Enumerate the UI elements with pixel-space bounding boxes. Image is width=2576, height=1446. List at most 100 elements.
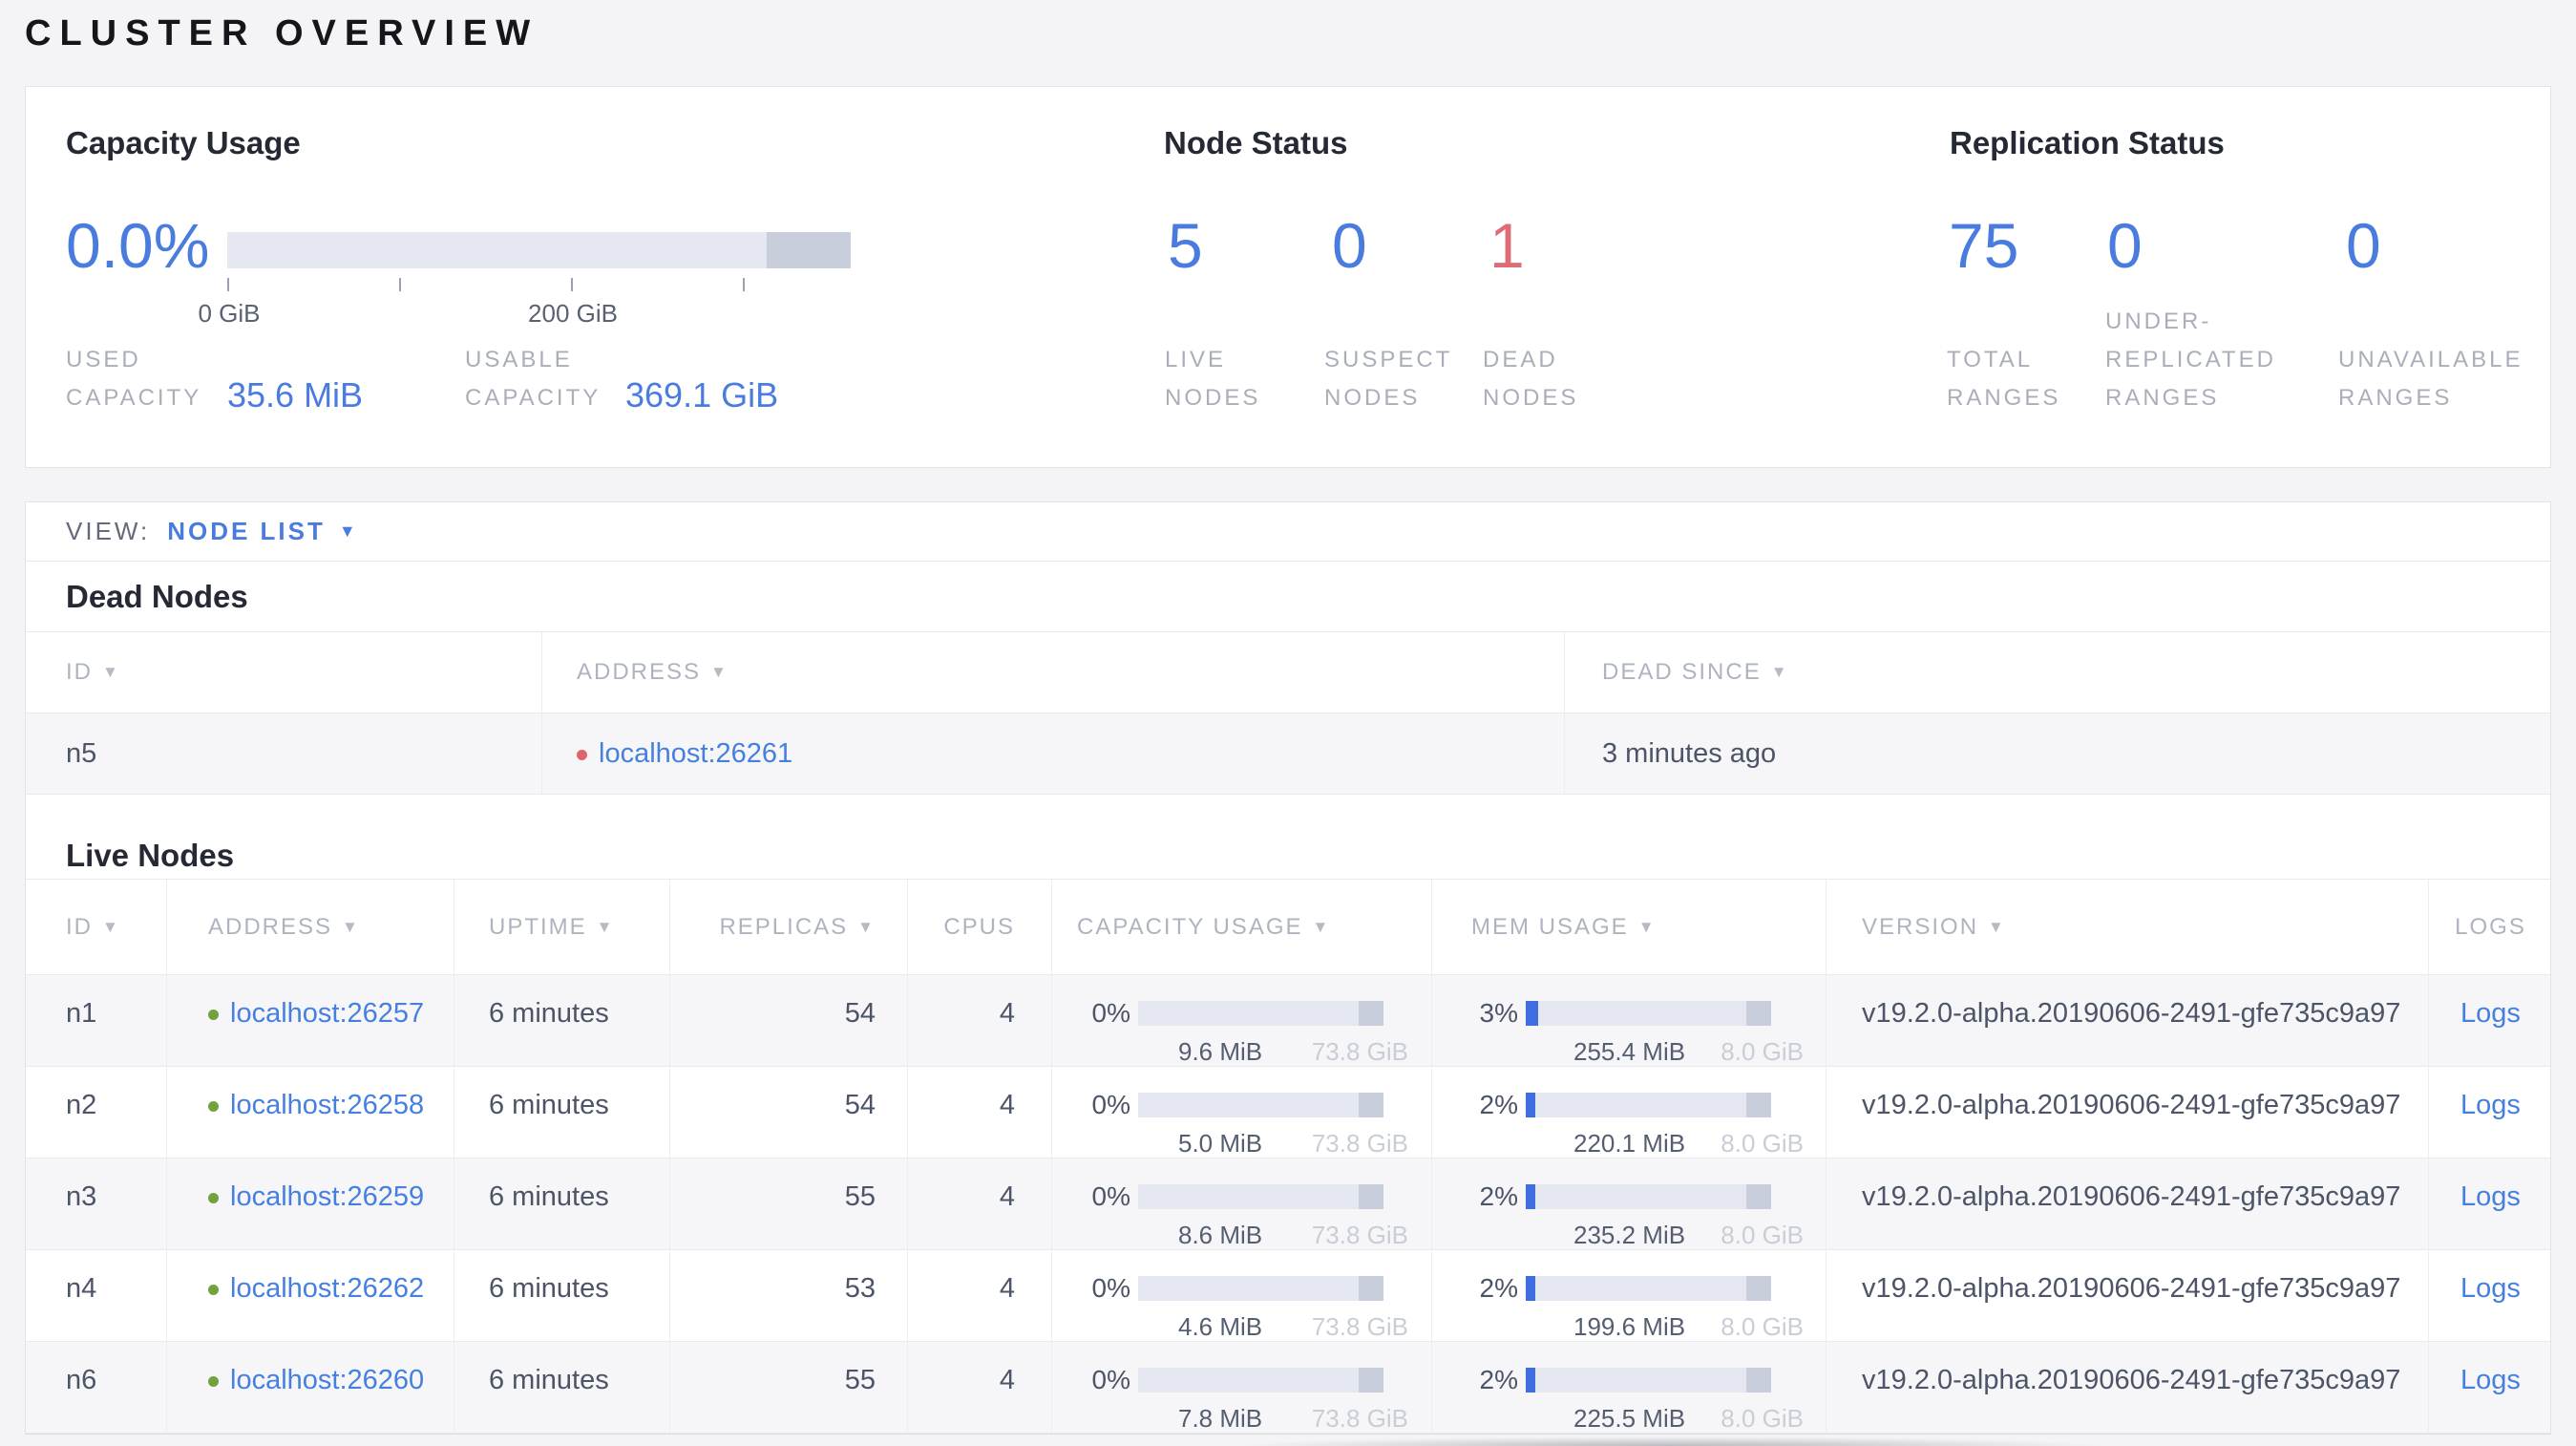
capacity-reserved-segment xyxy=(1359,1368,1383,1393)
total-ranges-label: TOTAL RANGES xyxy=(1947,347,2061,411)
column-header-address[interactable]: ADDRESS ▼ xyxy=(166,880,454,974)
live-node-address-cell: localhost:26262 xyxy=(166,1250,454,1342)
sort-desc-icon: ▼ xyxy=(1988,917,2006,936)
capacity-used-value: 7.8 MiB xyxy=(1178,1404,1263,1433)
live-node-id: n1 xyxy=(66,998,97,1029)
live-node-address-link[interactable]: localhost:26262 xyxy=(230,1273,424,1304)
live-node-logs-cell: Logs xyxy=(2428,1159,2552,1250)
logs-link[interactable]: Logs xyxy=(2460,1365,2521,1395)
capacity-percent: 0% xyxy=(1091,998,1130,1028)
mem-usage-fill xyxy=(1526,1001,1538,1026)
capacity-total-value: 73.8 GiB xyxy=(1311,1312,1408,1341)
column-header-dead-since[interactable]: DEAD SINCE ▼ xyxy=(1564,632,2552,712)
mem-reserved-segment xyxy=(1746,1093,1771,1117)
column-header-uptime[interactable]: UPTIME ▼ xyxy=(454,880,669,974)
mem-reserved-segment xyxy=(1746,1001,1771,1026)
live-node-row: n4 localhost:26262 6 minutes 53 4 0% 4.6… xyxy=(26,1250,2550,1342)
dead-node-address-link[interactable]: localhost:26261 xyxy=(599,738,792,769)
under-replicated-label: UNDER- REPLICATED RANGES xyxy=(2105,308,2276,411)
live-node-address-link[interactable]: localhost:26259 xyxy=(230,1181,424,1212)
live-node-mem-cell: 2% 235.2 MiB 8.0 GiB xyxy=(1431,1159,1826,1250)
mem-reserved-segment xyxy=(1746,1368,1771,1393)
live-node-address-link[interactable]: localhost:26260 xyxy=(230,1365,424,1395)
mem-used-value: 225.5 MiB xyxy=(1573,1404,1686,1433)
axis-tick-label: 0 GiB xyxy=(198,299,261,328)
column-header-label: CAPACITY USAGE xyxy=(1077,913,1303,940)
mem-usage-fill xyxy=(1526,1184,1536,1209)
live-nodes-table: ID ▼ ADDRESS ▼ UPTIME ▼ REPLICAS ▼ CPUS … xyxy=(26,879,2550,1434)
capacity-reserved-segment xyxy=(1359,1093,1383,1117)
axis-tick xyxy=(743,278,745,291)
logs-link[interactable]: Logs xyxy=(2460,1090,2521,1120)
column-header-id[interactable]: ID ▼ xyxy=(26,880,166,974)
dead-nodes-header-row: ID ▼ ADDRESS ▼ DEAD SINCE ▼ xyxy=(26,632,2550,713)
capacity-percent: 0% xyxy=(1091,1090,1130,1119)
capacity-reserved-segment xyxy=(1359,1001,1383,1026)
column-header-version[interactable]: VERSION ▼ xyxy=(1826,880,2428,974)
unavailable-count: 0 xyxy=(2346,210,2381,281)
mem-used-value: 255.4 MiB xyxy=(1573,1037,1686,1066)
column-header-address[interactable]: ADDRESS ▼ xyxy=(541,632,1564,712)
capacity-total-value: 73.8 GiB xyxy=(1311,1404,1408,1433)
live-status-dot-icon xyxy=(208,1193,219,1203)
column-header-label: MEM USAGE xyxy=(1471,913,1629,940)
live-node-cpus: 4 xyxy=(907,1067,1051,1159)
live-node-uptime: 6 minutes xyxy=(454,975,669,1067)
view-selector-dropdown[interactable]: NODE LIST ▼ xyxy=(167,517,356,546)
capacity-used-value: 4.6 MiB xyxy=(1178,1312,1263,1341)
capacity-used-value: 8.6 MiB xyxy=(1178,1221,1263,1249)
mem-bar xyxy=(1526,1093,1771,1117)
live-node-logs-cell: Logs xyxy=(2428,1250,2552,1342)
live-node-uptime: 6 minutes xyxy=(454,1342,669,1434)
column-header-label: ADDRESS xyxy=(577,659,702,685)
live-node-cpus: 4 xyxy=(907,975,1051,1067)
column-header-cpus[interactable]: CPUS xyxy=(907,880,1051,974)
capacity-total-value: 73.8 GiB xyxy=(1311,1221,1408,1249)
sort-desc-icon: ▼ xyxy=(710,663,728,681)
capacity-usage-title: Capacity Usage xyxy=(66,125,301,160)
live-node-uptime: 6 minutes xyxy=(454,1159,669,1250)
column-header-replicas[interactable]: REPLICAS ▼ xyxy=(669,880,907,974)
column-header-label: CPUS xyxy=(943,913,1015,940)
live-node-mem-cell: 2% 220.1 MiB 8.0 GiB xyxy=(1431,1067,1826,1159)
live-node-cpus: 4 xyxy=(907,1159,1051,1250)
live-node-address-cell: localhost:26259 xyxy=(166,1159,454,1250)
live-status-dot-icon xyxy=(208,1010,219,1020)
sort-desc-icon: ▼ xyxy=(857,917,876,936)
logs-link[interactable]: Logs xyxy=(2460,1181,2521,1212)
logs-link[interactable]: Logs xyxy=(2460,998,2521,1029)
column-header-id[interactable]: ID ▼ xyxy=(26,632,541,712)
live-node-uptime: 6 minutes xyxy=(454,1067,669,1159)
live-node-address-link[interactable]: localhost:26257 xyxy=(230,998,424,1029)
live-node-capacity-cell: 0% 9.6 MiB 73.8 GiB xyxy=(1051,975,1431,1067)
live-node-uptime: 6 minutes xyxy=(454,1250,669,1342)
mem-usage-fill xyxy=(1526,1368,1536,1393)
live-node-logs-cell: Logs xyxy=(2428,975,2552,1067)
live-node-logs-cell: Logs xyxy=(2428,1342,2552,1434)
live-node-id: n3 xyxy=(66,1181,97,1212)
live-node-cpus: 4 xyxy=(907,1342,1051,1434)
live-nodes-heading: Live Nodes xyxy=(66,838,235,873)
live-node-replicas: 55 xyxy=(669,1342,907,1434)
live-node-logs-cell: Logs xyxy=(2428,1067,2552,1159)
sort-desc-icon: ▼ xyxy=(102,917,120,936)
usable-capacity-label: USABLE CAPACITY xyxy=(465,347,602,411)
live-nodes-count: 5 xyxy=(1168,210,1203,281)
mem-percent: 2% xyxy=(1479,1181,1518,1211)
mem-bar xyxy=(1526,1184,1771,1209)
view-label: VIEW: xyxy=(66,517,151,545)
capacity-bar xyxy=(1138,1368,1383,1393)
column-header-label: ID xyxy=(66,659,93,685)
column-header-capacity-usage[interactable]: CAPACITY USAGE ▼ xyxy=(1051,880,1431,974)
total-ranges-count: 75 xyxy=(1949,210,2019,281)
logs-link[interactable]: Logs xyxy=(2460,1273,2521,1304)
column-header-mem-usage[interactable]: MEM USAGE ▼ xyxy=(1431,880,1826,974)
live-status-dot-icon xyxy=(208,1376,219,1387)
column-header-label: UPTIME xyxy=(489,913,587,940)
axis-tick xyxy=(399,278,401,291)
sort-desc-icon: ▼ xyxy=(102,663,120,681)
live-node-address-link[interactable]: localhost:26258 xyxy=(230,1090,424,1120)
live-node-row: n1 localhost:26257 6 minutes 54 4 0% 9.6… xyxy=(26,975,2550,1067)
under-replicated-count: 0 xyxy=(2107,210,2143,281)
capacity-total-value: 73.8 GiB xyxy=(1311,1129,1408,1158)
